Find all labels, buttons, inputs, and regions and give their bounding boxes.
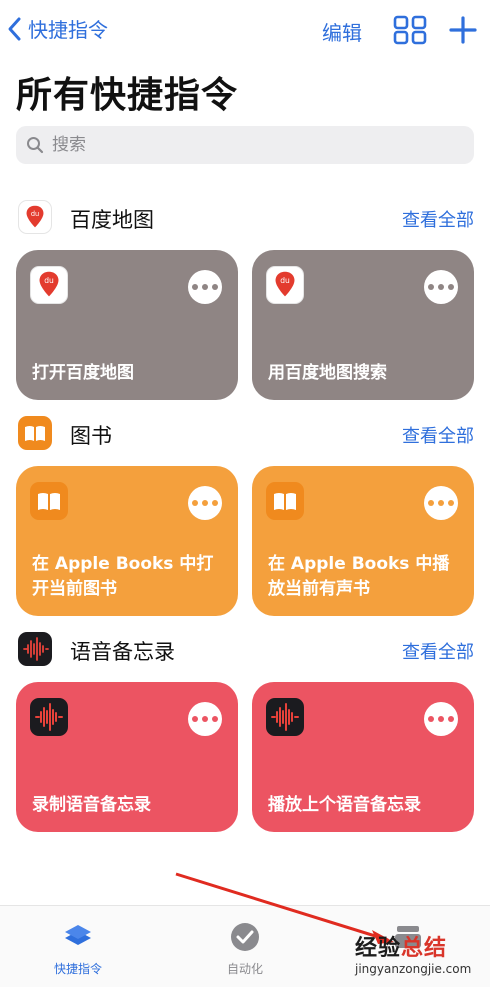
- plus-icon[interactable]: [448, 15, 478, 45]
- shortcut-card-label: 录制语音备忘录: [32, 795, 151, 815]
- see-all-link[interactable]: 查看全部: [402, 422, 474, 448]
- shortcut-card-label: 用百度地图搜索: [268, 363, 387, 383]
- shortcut-card-open-current-book[interactable]: 在 Apple Books 中打开当前图书: [16, 466, 238, 616]
- back-button-label: 快捷指令: [28, 18, 108, 42]
- shortcut-card-record-voice-memo[interactable]: 录制语音备忘录: [16, 682, 238, 832]
- shortcut-card-play-audiobook[interactable]: 在 Apple Books 中播放当前有声书: [252, 466, 474, 616]
- search-bar[interactable]: [16, 126, 474, 164]
- baidu-map-icon: du: [266, 266, 304, 304]
- tab-label: 快捷指令: [53, 962, 102, 976]
- shortcut-card-label: 在 Apple Books 中打开当前图书: [32, 554, 214, 599]
- section-title: 图书: [70, 424, 112, 448]
- search-input[interactable]: [50, 134, 454, 156]
- tab-shortcuts[interactable]: 快捷指令: [28, 920, 128, 977]
- shortcut-card-open-baidu-map[interactable]: du 打开百度地图: [16, 250, 238, 400]
- books-icon: [30, 482, 68, 520]
- chevron-left-icon: [8, 17, 21, 40]
- more-options-icon[interactable]: [188, 486, 222, 520]
- see-all-link[interactable]: 查看全部: [402, 206, 474, 232]
- books-icon: [18, 416, 52, 450]
- shortcuts-icon: [65, 925, 91, 945]
- see-all-link[interactable]: 查看全部: [402, 638, 474, 664]
- more-options-icon[interactable]: [424, 702, 458, 736]
- section-header-voice-memos: 语音备忘录 查看全部: [0, 630, 490, 670]
- back-button[interactable]: 快捷指令: [6, 14, 108, 43]
- section-header-baidu-map: du 百度地图 查看全部: [0, 198, 490, 238]
- section-header-books: 图书 查看全部: [0, 414, 490, 454]
- edit-button[interactable]: 编辑: [322, 17, 362, 46]
- tab-automation[interactable]: 自动化: [195, 920, 295, 977]
- shortcut-card-search-baidu-map[interactable]: du 用百度地图搜索: [252, 250, 474, 400]
- baidu-map-icon: du: [30, 266, 68, 304]
- more-options-icon[interactable]: [188, 702, 222, 736]
- more-options-icon[interactable]: [424, 486, 458, 520]
- svg-text:du: du: [44, 276, 54, 285]
- voice-memos-icon: [266, 698, 304, 736]
- more-options-icon[interactable]: [424, 270, 458, 304]
- svg-text:du: du: [31, 210, 39, 218]
- voice-memos-icon: [18, 632, 52, 666]
- search-icon: [27, 137, 44, 154]
- tab-label: 自动化: [226, 962, 263, 976]
- shortcut-card-label: 播放上个语音备忘录: [268, 795, 421, 815]
- watermark-logo: 经验总结: [355, 936, 448, 961]
- watermark-url: jingyanzongjie.com: [355, 962, 472, 976]
- svg-text:du: du: [280, 276, 290, 285]
- baidu-map-icon: du: [18, 200, 52, 234]
- section-title: 百度地图: [70, 208, 154, 232]
- top-nav-bar: 快捷指令 编辑: [0, 0, 490, 60]
- watermark: 经验总结 jingyanzongjie.com: [355, 930, 471, 976]
- page-title: 所有快捷指令: [16, 75, 239, 116]
- grid-view-icon[interactable]: [393, 15, 427, 45]
- shortcut-card-play-last-voice-memo[interactable]: 播放上个语音备忘录: [252, 682, 474, 832]
- more-options-icon[interactable]: [188, 270, 222, 304]
- section-title: 语音备忘录: [70, 640, 175, 664]
- shortcut-card-label: 打开百度地图: [32, 363, 134, 383]
- automation-icon: [231, 923, 259, 951]
- shortcut-card-label: 在 Apple Books 中播放当前有声书: [268, 554, 450, 599]
- books-icon: [266, 482, 304, 520]
- voice-memos-icon: [30, 698, 68, 736]
